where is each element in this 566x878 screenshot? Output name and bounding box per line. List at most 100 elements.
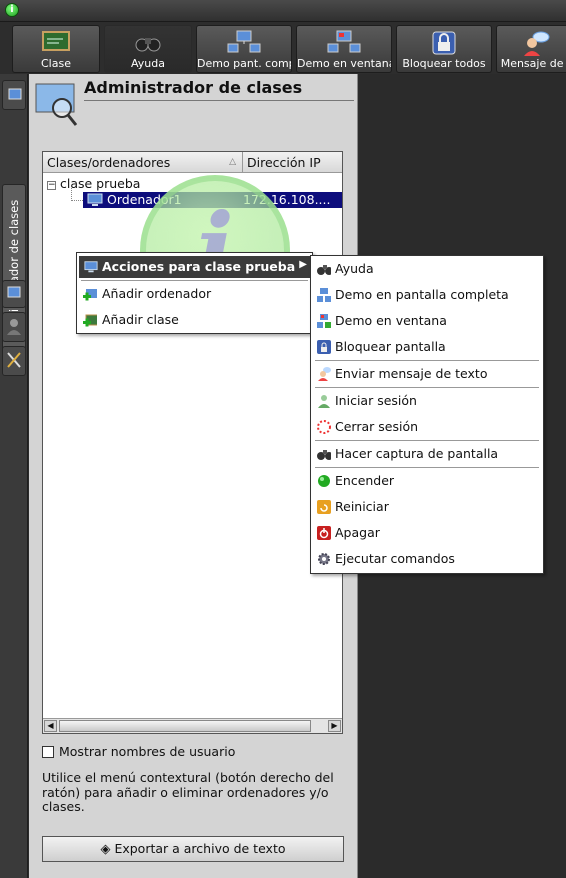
lock-all-button-label: Bloquear todos xyxy=(402,57,486,70)
menu-separator xyxy=(81,280,308,281)
help-button-label: Ayuda xyxy=(131,57,165,70)
collapse-icon[interactable]: − xyxy=(47,181,56,190)
menu-item-shutdown[interactable]: Apagar xyxy=(311,522,543,544)
window-demo-button-label: Demo en ventana xyxy=(297,57,392,70)
message-button[interactable]: Mensaje de t xyxy=(496,25,566,73)
users-icon xyxy=(7,319,21,335)
help-button[interactable]: Ayuda xyxy=(104,25,192,73)
menu-item-class-actions[interactable]: Acciones para clase prueba ▶ xyxy=(79,256,310,278)
fullscreen-demo-button[interactable]: Demo pant. comp xyxy=(196,25,292,73)
menu-item-screenshot-label: Hacer captura de pantalla xyxy=(335,446,499,461)
menu-item-class-actions-label: Acciones para clase prueba xyxy=(102,259,296,274)
menu-item-window-demo[interactable]: Demo en ventana xyxy=(311,310,543,332)
menu-item-send-message[interactable]: Enviar mensaje de texto xyxy=(311,363,543,385)
side-tab-strip: Administrador de clases xyxy=(0,74,28,878)
menu-item-window-demo-label: Demo en ventana xyxy=(335,313,447,328)
scroll-left-icon[interactable]: ◀ xyxy=(44,720,57,732)
menu-item-screenshot[interactable]: Hacer captura de pantalla xyxy=(311,443,543,465)
title-bar: i xyxy=(0,0,566,22)
menu-item-add-class[interactable]: Añadir clase xyxy=(77,309,312,331)
login-icon xyxy=(318,395,330,408)
monitors-window-icon xyxy=(327,30,361,53)
power-on-icon xyxy=(318,475,330,487)
side-tab-tools[interactable] xyxy=(2,80,26,110)
screen-icon xyxy=(7,286,21,298)
menu-item-power-on[interactable]: Encender xyxy=(311,470,543,492)
export-icon: ◈ xyxy=(100,842,111,857)
binoculars-icon xyxy=(135,38,161,52)
chalkboard-icon xyxy=(42,31,70,51)
tools-icon xyxy=(7,352,21,368)
page-title: Administrador de clases xyxy=(84,78,303,97)
submenu-arrow-icon: ▶ xyxy=(299,259,307,270)
lock-all-button[interactable]: Bloquear todos xyxy=(396,25,492,73)
menu-item-lock-screen[interactable]: Bloquear pantalla xyxy=(311,336,543,358)
scrollbar-thumb[interactable] xyxy=(59,720,311,732)
hint-text: Utilice el menú contextural (botón derec… xyxy=(42,770,334,814)
fullscreen-demo-icon xyxy=(317,288,331,302)
menu-item-logout-label: Cerrar sesión xyxy=(335,419,419,434)
menu-item-login-label: Iniciar sesión xyxy=(335,393,417,408)
message-user-icon xyxy=(318,367,331,381)
menu-item-add-computer-label: Añadir ordenador xyxy=(102,286,212,301)
gear-icon xyxy=(318,553,330,565)
camera-icon xyxy=(317,450,331,460)
monitors-network-icon xyxy=(227,30,261,53)
column-header-classes-label: Clases/ordenadores xyxy=(47,155,171,170)
menu-separator xyxy=(315,360,539,361)
computer-icon xyxy=(87,193,103,206)
menu-item-login[interactable]: Iniciar sesión xyxy=(311,390,543,412)
add-computer-icon xyxy=(83,289,97,301)
side-tab-settings[interactable] xyxy=(2,346,26,376)
toolbar: Clase Ayuda Demo pant. comp Demo en vent… xyxy=(0,22,566,74)
fullscreen-demo-button-label: Demo pant. comp xyxy=(197,57,292,70)
tree-connector xyxy=(71,188,83,201)
class-button[interactable]: Clase xyxy=(12,25,100,73)
menu-item-fullscreen-demo-label: Demo en pantalla completa xyxy=(335,287,509,302)
menu-item-run-commands[interactable]: Ejecutar comandos xyxy=(311,548,543,570)
binoculars-icon xyxy=(317,265,331,275)
lock-icon xyxy=(432,31,456,55)
menu-item-restart-label: Reiniciar xyxy=(335,499,389,514)
column-header-ip-label: Dirección IP xyxy=(247,155,321,170)
column-header-ip[interactable]: Dirección IP xyxy=(243,152,342,173)
menu-item-help-label: Ayuda xyxy=(335,261,374,276)
add-class-icon xyxy=(83,314,97,327)
menu-item-run-commands-label: Ejecutar comandos xyxy=(335,551,455,566)
menu-item-restart[interactable]: Reiniciar xyxy=(311,496,543,518)
network-icon xyxy=(8,88,22,100)
menu-item-add-class-label: Añadir clase xyxy=(102,312,179,327)
menu-item-fullscreen-demo[interactable]: Demo en pantalla completa xyxy=(311,284,543,306)
window-demo-button[interactable]: Demo en ventana xyxy=(296,25,392,73)
menu-item-lock-screen-label: Bloquear pantalla xyxy=(335,339,446,354)
logout-icon xyxy=(317,420,331,434)
app-logo-icon: i xyxy=(5,3,19,17)
message-button-label: Mensaje de t xyxy=(500,57,566,70)
menu-item-logout[interactable]: Cerrar sesión xyxy=(311,416,543,438)
class-manager-icon xyxy=(35,83,78,126)
menu-separator xyxy=(315,467,539,468)
shutdown-icon xyxy=(317,526,331,540)
scroll-right-icon[interactable]: ▶ xyxy=(328,720,341,732)
menu-item-add-computer[interactable]: Añadir ordenador xyxy=(77,283,312,305)
class-button-label: Clase xyxy=(41,57,71,70)
monitor-icon xyxy=(84,261,98,273)
export-button[interactable]: ◈ Exportar a archivo de texto xyxy=(42,836,344,862)
title-divider xyxy=(84,100,354,101)
lock-screen-icon xyxy=(317,340,331,354)
message-user-icon xyxy=(524,31,550,56)
restart-icon xyxy=(317,500,331,514)
menu-item-power-on-label: Encender xyxy=(335,473,395,488)
menu-item-help[interactable]: Ayuda xyxy=(311,258,543,280)
side-tab-users[interactable] xyxy=(2,312,26,342)
sort-ascending-icon: △ xyxy=(229,157,236,167)
tree-item-class[interactable]: − clase prueba xyxy=(47,176,140,191)
horizontal-scrollbar[interactable]: ◀ ▶ xyxy=(43,718,342,733)
menu-separator xyxy=(315,387,539,388)
show-usernames-label: Mostrar nombres de usuario xyxy=(59,744,236,759)
column-header-classes[interactable]: Clases/ordenadores △ xyxy=(43,152,243,173)
show-usernames-checkbox[interactable]: Mostrar nombres de usuario xyxy=(42,744,235,759)
side-tab-screens[interactable] xyxy=(2,280,26,308)
menu-separator xyxy=(315,440,539,441)
checkbox-box[interactable] xyxy=(42,746,54,758)
